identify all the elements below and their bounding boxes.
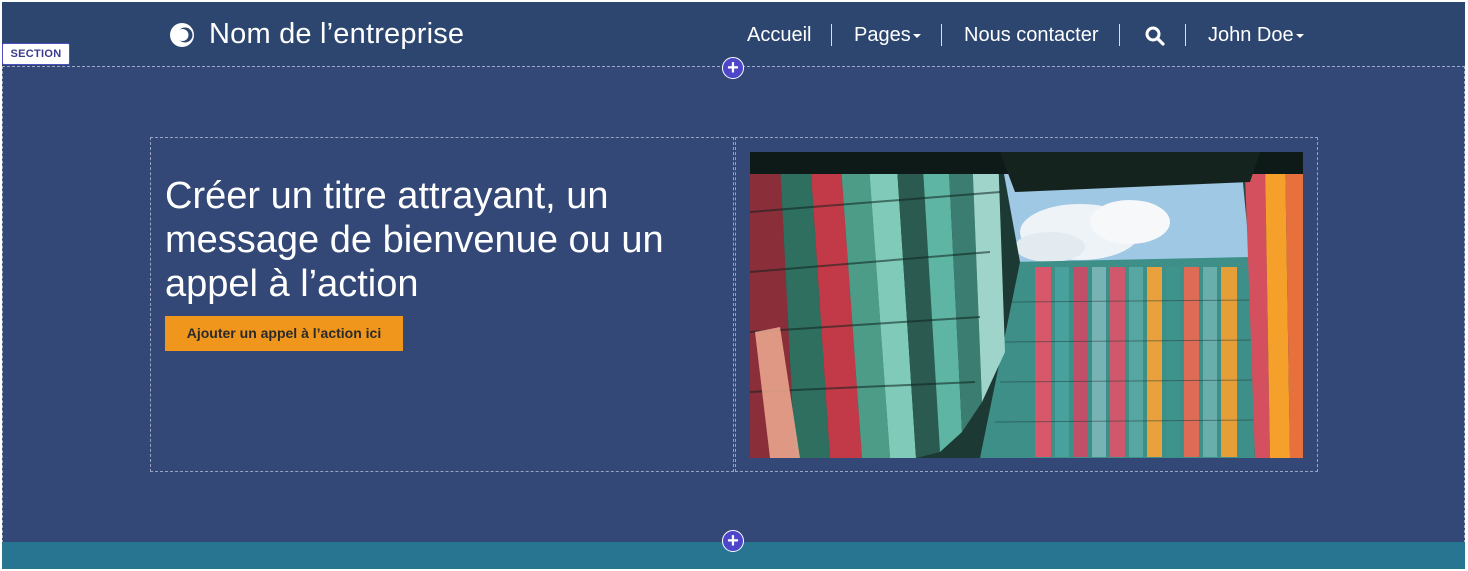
hero-image	[750, 152, 1303, 458]
page-frame: Nom de l’entreprise Accueil Pages Nous c…	[2, 2, 1465, 569]
add-section-below-button[interactable]: +	[722, 530, 744, 552]
nav-item-pages-label: Pages	[854, 24, 911, 46]
chevron-down-icon	[1295, 33, 1304, 38]
nav-divider	[1119, 24, 1120, 46]
chevron-down-icon	[912, 33, 921, 38]
building-facade-illustration	[750, 152, 1303, 458]
hero-title: Créer un titre attrayant, un message de …	[165, 175, 664, 305]
user-name: John Doe	[1208, 24, 1294, 46]
nav-divider	[831, 24, 832, 46]
nav-divider	[1185, 24, 1186, 46]
cta-button[interactable]: Ajouter un appel à l’action ici	[165, 316, 403, 351]
section-tag[interactable]: SECTION	[2, 43, 70, 65]
nav-item-home[interactable]: Accueil	[747, 20, 811, 50]
nav-item-pages[interactable]: Pages	[854, 20, 921, 50]
nav-item-user[interactable]: John Doe	[1208, 20, 1304, 50]
nav-item-contact[interactable]: Nous contacter	[964, 20, 1099, 50]
add-section-above-button[interactable]: +	[722, 57, 744, 79]
nav-divider	[941, 24, 942, 46]
search-icon[interactable]	[1144, 25, 1166, 47]
main-nav: Accueil Pages Nous contacter John Doe	[2, 20, 1465, 50]
